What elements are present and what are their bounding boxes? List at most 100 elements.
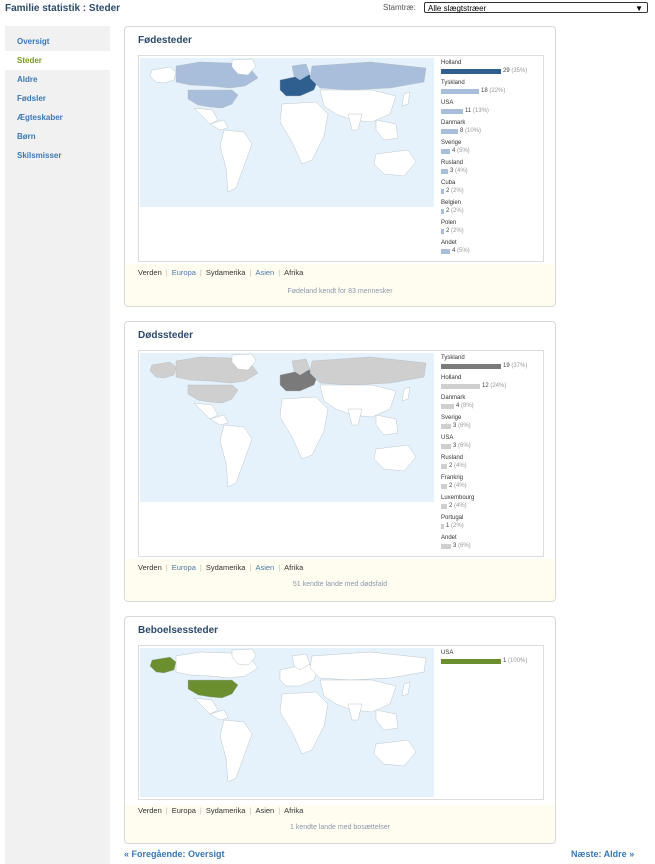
bar-country-label: Cuba [441, 180, 456, 186]
sidebar: Oversigt Steder Aldre Fødsler Ægteskaber… [5, 26, 110, 864]
region-africa-link[interactable]: Afrika [284, 563, 303, 572]
world-map[interactable] [140, 58, 434, 207]
region-world-link[interactable]: Verden [138, 806, 162, 815]
bar-rect [441, 384, 480, 389]
header: Familie statistik : Steder Stamtræ: Alle… [5, 2, 650, 20]
bar-rect [441, 249, 450, 254]
bar-value: 3 (6%) [453, 543, 471, 549]
world-map[interactable] [140, 353, 434, 502]
bar-country-label: USA [441, 100, 454, 106]
world-map[interactable] [140, 648, 434, 797]
bar-rect [441, 464, 447, 469]
tree-select-value: Alle slægtstræer [428, 4, 487, 13]
region-south-america-link[interactable]: Sydamerika [206, 806, 246, 815]
bar-value: 3 (6%) [453, 423, 471, 429]
bar-country-label: Danmark [441, 395, 466, 401]
chevron-down-icon: ▼ [635, 4, 643, 13]
panel-title: Fødesteder [138, 35, 192, 46]
sidebar-item-oversigt[interactable]: Oversigt [5, 32, 110, 51]
region-europe-link[interactable]: Europa [172, 563, 196, 572]
region-links: Verden | Europa | Sydamerika | Asien | Afrika [138, 268, 304, 277]
bar-item: Sverige 4 (5%) [441, 140, 541, 160]
region-europe-link[interactable]: Europa [172, 268, 196, 277]
bar-rect [441, 169, 448, 174]
sidebar-item-fodsler[interactable]: Fødsler [5, 89, 110, 108]
bar-rect [441, 209, 444, 214]
region-links: Verden | Europa | Sydamerika | Asien | Afrika [138, 806, 304, 815]
region-asia-link[interactable]: Asien [255, 563, 274, 572]
bar-item: Luxembourg 2 (4%) [441, 495, 541, 515]
bar-item: Holland 12 (24%) [441, 375, 541, 395]
next-page-link[interactable]: Næste: Aldre » [571, 849, 634, 859]
bar-country-label: Sverige [441, 140, 462, 146]
prev-page-link[interactable]: « Foregående: Oversigt [124, 849, 225, 859]
bar-value: 11 (13%) [465, 108, 489, 114]
sidebar-item-born[interactable]: Børn [5, 127, 110, 146]
country-bars: Tyskland 19 (37%) Holland 12 (24%) Danmark 4 … [441, 355, 541, 555]
bar-value: 19 (37%) [503, 363, 528, 369]
bar-rect [441, 444, 451, 449]
panel-footnote: 1 kendte lande med bosættelser [289, 824, 390, 831]
birth-places-panel: Fødesteder Holland 29 (35%) Tyskland 18 (22… [124, 26, 556, 307]
map-frame: Tyskland 19 (37%) Holland 12 (24%) Danmark 4 … [138, 350, 544, 557]
bar-value: 2 (2%) [446, 208, 464, 214]
bar-item: Rusland 3 (4%) [441, 160, 541, 180]
residence-places-panel: Beboelsessteder USA 1 (100%) Verden | Europ… [124, 616, 556, 844]
map-frame: USA 1 (100%) [138, 645, 544, 800]
sidebar-item-skilsmisser[interactable]: Skilsmisser [5, 146, 110, 165]
bar-rect [441, 129, 458, 134]
bar-value: 2 (4%) [449, 483, 467, 489]
sidebar-item-steder[interactable]: Steder [5, 51, 110, 70]
bar-value: 1 (2%) [446, 523, 464, 529]
bar-value: 2 (2%) [446, 228, 464, 234]
region-world-link[interactable]: Verden [138, 563, 162, 572]
bar-item: Holland 29 (35%) [441, 60, 541, 80]
region-south-america-link[interactable]: Sydamerika [206, 268, 246, 277]
bar-country-label: Luxembourg [441, 495, 475, 501]
tree-select[interactable]: Alle slægtstræer ▼ [424, 2, 648, 13]
bar-rect [441, 504, 447, 509]
sidebar-item-aldre[interactable]: Aldre [5, 70, 110, 89]
bar-rect [441, 544, 451, 549]
bar-country-label: Andet [441, 240, 457, 246]
bar-value: 3 (4%) [450, 168, 468, 174]
bar-rect [441, 149, 450, 154]
bar-item: Danmark 8 (10%) [441, 120, 541, 140]
bar-rect [441, 659, 501, 664]
bar-rect [441, 424, 451, 429]
bar-rect [441, 89, 479, 94]
region-south-america-link[interactable]: Sydamerika [206, 563, 246, 572]
bar-value: 2 (2%) [446, 188, 464, 194]
region-asia-link[interactable]: Asien [255, 268, 274, 277]
bar-rect [441, 404, 454, 409]
bar-item: Andet 4 (5%) [441, 240, 541, 260]
sidebar-item-aegteskaber[interactable]: Ægteskaber [5, 108, 110, 127]
bar-item: USA 11 (13%) [441, 100, 541, 120]
region-europe-link[interactable]: Europa [172, 806, 196, 815]
bar-item: Tyskland 18 (22%) [441, 80, 541, 100]
country-bars: Holland 29 (35%) Tyskland 18 (22%) USA 11 (13… [441, 60, 541, 260]
page-title: Familie statistik : Steder [5, 3, 121, 14]
bar-country-label: Tyskland [441, 355, 465, 361]
bar-country-label: USA [441, 435, 454, 441]
bar-rect [441, 69, 501, 74]
bar-country-label: Frankrig [441, 475, 464, 481]
panel-title: Dødssteder [138, 330, 194, 341]
bar-country-label: Holland [441, 60, 462, 66]
region-africa-link[interactable]: Afrika [284, 268, 303, 277]
bar-country-label: Sverige [441, 415, 462, 421]
bar-country-label: Rusland [441, 160, 464, 166]
bar-rect [441, 364, 501, 369]
region-africa-link[interactable]: Afrika [284, 806, 303, 815]
bar-rect [441, 524, 444, 529]
bar-country-label: Holland [441, 375, 462, 381]
bar-item: Polen 2 (2%) [441, 220, 541, 240]
bar-country-label: USA [441, 650, 454, 656]
panel-title: Beboelsessteder [138, 625, 219, 636]
region-world-link[interactable]: Verden [138, 268, 162, 277]
bar-country-label: Portugal [441, 515, 464, 521]
bar-value: 8 (10%) [460, 128, 482, 134]
bar-value: 1 (100%) [503, 658, 528, 664]
bar-rect [441, 229, 444, 234]
region-asia-link[interactable]: Asien [255, 806, 274, 815]
